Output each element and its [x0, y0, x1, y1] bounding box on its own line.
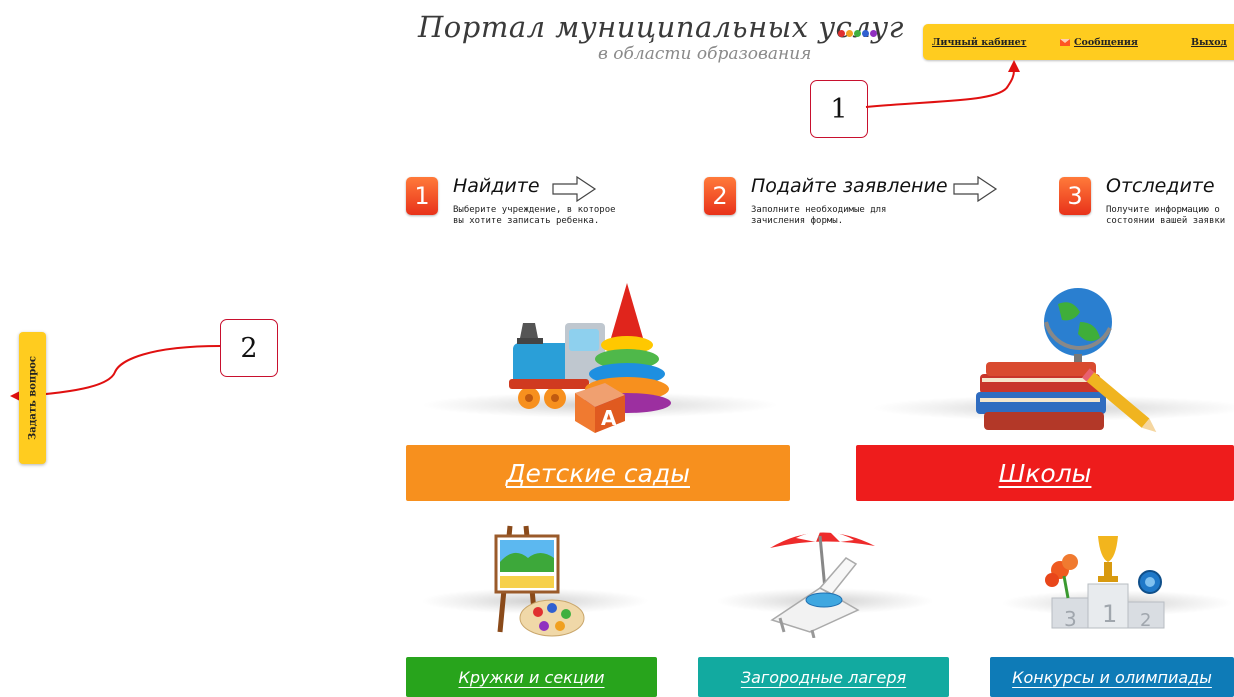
- svg-text:A: A: [601, 406, 617, 430]
- category-contests-button[interactable]: Конкурсы и олимпиады: [990, 657, 1234, 697]
- step-find: 1 Найдите Выберите учреждение, в которое…: [406, 173, 666, 243]
- step-title-track: Отследите: [1106, 175, 1215, 197]
- portal-logo[interactable]: Портал муниципальных услуг в области обр…: [418, 6, 903, 72]
- logo-dots-icon: [838, 30, 877, 37]
- logo-title: Портал муниципальных услуг: [418, 10, 904, 44]
- step-number-3: 3: [1059, 177, 1091, 215]
- step-desc-find: Выберите учреждение, в которое вы хотите…: [453, 205, 616, 227]
- beach-chair-icon[interactable]: [760, 528, 890, 638]
- step-title-apply: Подайте заявление: [751, 175, 948, 197]
- step-desc-line: Заполните необходимые для: [751, 205, 887, 215]
- arrow-head-icon: [1008, 60, 1020, 72]
- category-kindergartens-button[interactable]: Детские сады: [406, 445, 790, 501]
- step-title-find: Найдите: [453, 175, 540, 197]
- svg-text:3: 3: [1064, 607, 1077, 631]
- ask-question-tab[interactable]: Задать вопрос: [19, 332, 46, 464]
- globe-books-icon[interactable]: [968, 282, 1168, 442]
- step-desc-line: Выберите учреждение, в которое: [453, 205, 616, 215]
- messages-label: Сообщения: [1074, 37, 1138, 48]
- trophy-podium-icon[interactable]: 3 1 2: [1040, 532, 1180, 632]
- step-desc-apply: Заполните необходимые для зачисления фор…: [751, 205, 886, 227]
- step-number-2: 2: [704, 177, 736, 215]
- step-number-1: 1: [406, 177, 438, 215]
- step-desc-line: вы хотите записать ребенка.: [453, 216, 600, 226]
- step-desc-line: Получите информацию о: [1106, 205, 1220, 215]
- svg-text:2: 2: [1140, 610, 1151, 631]
- category-camps-button[interactable]: Загородные лагеря: [698, 657, 949, 697]
- logo-subtitle: в области образования: [598, 44, 812, 64]
- ask-question-label: Задать вопрос: [27, 356, 38, 440]
- next-arrow-icon: [552, 175, 597, 203]
- category-schools-button[interactable]: Школы: [856, 445, 1234, 501]
- svg-text:1: 1: [1102, 600, 1117, 628]
- toys-icon[interactable]: A: [495, 283, 675, 433]
- personal-cabinet-link[interactable]: Личный кабинет: [932, 37, 1027, 48]
- callout-1: 1: [810, 80, 868, 138]
- category-clubs-button[interactable]: Кружки и секции: [406, 657, 657, 697]
- logout-link[interactable]: Выход: [1191, 37, 1227, 48]
- callout-2: 2: [220, 319, 278, 377]
- step-desc-line: зачисления формы.: [751, 216, 844, 226]
- user-bar: Личный кабинет Сообщения Выход: [923, 24, 1234, 60]
- easel-palette-icon[interactable]: [480, 520, 590, 640]
- step-apply: 2 Подайте заявление Заполните необходимы…: [704, 173, 1004, 243]
- step-track: 3 Отследите Получите информацию о состоя…: [1059, 173, 1234, 243]
- step-desc-track: Получите информацию о состоянии вашей за…: [1106, 205, 1225, 227]
- messages-link[interactable]: Сообщения: [1060, 37, 1138, 48]
- next-arrow-icon: [953, 175, 998, 203]
- step-desc-line: состоянии вашей заявки: [1106, 216, 1226, 226]
- envelope-icon: [1060, 39, 1070, 46]
